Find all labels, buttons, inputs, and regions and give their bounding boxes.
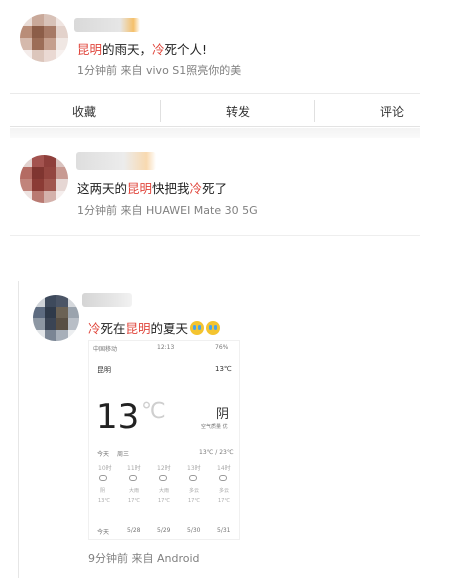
forecast-day: 5/30 [187, 527, 201, 534]
post-meta[interactable]: 1分钟前 来自 vivo S1照亮你的美 [77, 62, 241, 78]
hour-condition: 多云 [189, 488, 200, 494]
action-bar: 收藏 转发 评论 [10, 93, 420, 127]
forecast-day: 5/28 [127, 527, 141, 534]
post-content: 昆明的雨天，冷死个人! [77, 39, 207, 58]
hour-temp: 17℃ [128, 498, 140, 504]
status-carrier: 中国移动 [93, 346, 118, 353]
keyword-cold[interactable]: 冷 [190, 181, 203, 196]
hour-label: 11时 [127, 465, 141, 472]
post-content: 冷死在昆明的夏天 [88, 318, 221, 337]
hour-temp: 17℃ [218, 498, 230, 504]
temp-range: 13℃ / 23℃ [199, 449, 234, 456]
hour-temp: 13℃ [98, 498, 110, 504]
hour-temp: 17℃ [158, 498, 170, 504]
crying-face-icon [190, 321, 205, 335]
post-meta[interactable]: 1分钟前 来自 HUAWEI Mate 30 5G [77, 202, 258, 218]
today-label: 今天 [97, 451, 110, 458]
weather-condition: 阴 [215, 407, 229, 422]
cloud-icon [189, 475, 197, 481]
cloud-icon [219, 475, 227, 481]
content-text: 快把我 [152, 181, 190, 196]
username-blurred[interactable] [82, 293, 132, 307]
weather-screenshot-image[interactable]: 中国移动 12:13 76% 昆明 13℃ 13 ℃ 阴 空气质量 优 今天 周… [88, 340, 240, 540]
section-gap [10, 128, 420, 138]
username-blurred[interactable] [74, 18, 140, 32]
weekday: 周三 [117, 451, 130, 458]
city-name: 昆明 [97, 366, 111, 374]
content-text: 死了 [202, 181, 228, 196]
air-quality: 空气质量 优 [201, 424, 228, 430]
keyword-cold[interactable]: 冷 [152, 42, 165, 57]
avatar[interactable] [33, 295, 79, 341]
forecast-day: 今天 [97, 529, 110, 536]
divider [314, 100, 315, 122]
hour-label: 13时 [187, 465, 201, 472]
divider [160, 100, 161, 122]
avatar[interactable] [20, 14, 68, 62]
hour-label: 12时 [157, 465, 171, 472]
hour-condition: 大雨 [159, 488, 170, 494]
hour-condition: 阴 [100, 488, 106, 494]
content-text: 死个人! [164, 42, 208, 57]
content-text: 的雨天， [102, 42, 153, 57]
post-content: 这两天的昆明快把我冷死了 [77, 178, 227, 197]
divider [10, 235, 420, 236]
content-text: 这两天的 [77, 181, 128, 196]
crying-face-icon [206, 321, 221, 335]
cloud-icon [129, 475, 137, 481]
comment-button[interactable]: 评论 [380, 103, 404, 120]
keyword-kunming[interactable]: 昆明 [126, 321, 151, 336]
hour-condition: 大雨 [129, 488, 140, 494]
keyword-kunming[interactable]: 昆明 [127, 181, 152, 196]
city-temp: 13℃ [215, 365, 232, 373]
current-temp: 13 [96, 397, 140, 437]
username-blurred[interactable] [76, 152, 156, 170]
keyword-cold[interactable]: 冷 [88, 321, 101, 336]
hour-label: 10时 [98, 465, 112, 472]
repost-button[interactable]: 转发 [226, 103, 250, 120]
keyword-kunming[interactable]: 昆明 [77, 42, 102, 57]
content-text: 的夏天 [150, 321, 189, 336]
favorite-button[interactable]: 收藏 [72, 103, 96, 120]
temp-unit: ℃ [141, 399, 166, 424]
avatar[interactable] [20, 155, 68, 203]
forecast-day: 5/29 [157, 527, 171, 534]
status-battery: 76% [215, 344, 229, 351]
cloud-icon [99, 475, 107, 481]
post-meta[interactable]: 9分钟前 来自 Android [88, 550, 200, 566]
hour-temp: 17℃ [188, 498, 200, 504]
content-text: 死在 [100, 321, 126, 336]
status-time: 12:13 [157, 344, 175, 351]
forecast-day: 5/31 [217, 527, 231, 534]
hour-label: 14时 [217, 465, 231, 472]
cloud-icon [159, 475, 167, 481]
hour-condition: 多云 [219, 488, 230, 494]
